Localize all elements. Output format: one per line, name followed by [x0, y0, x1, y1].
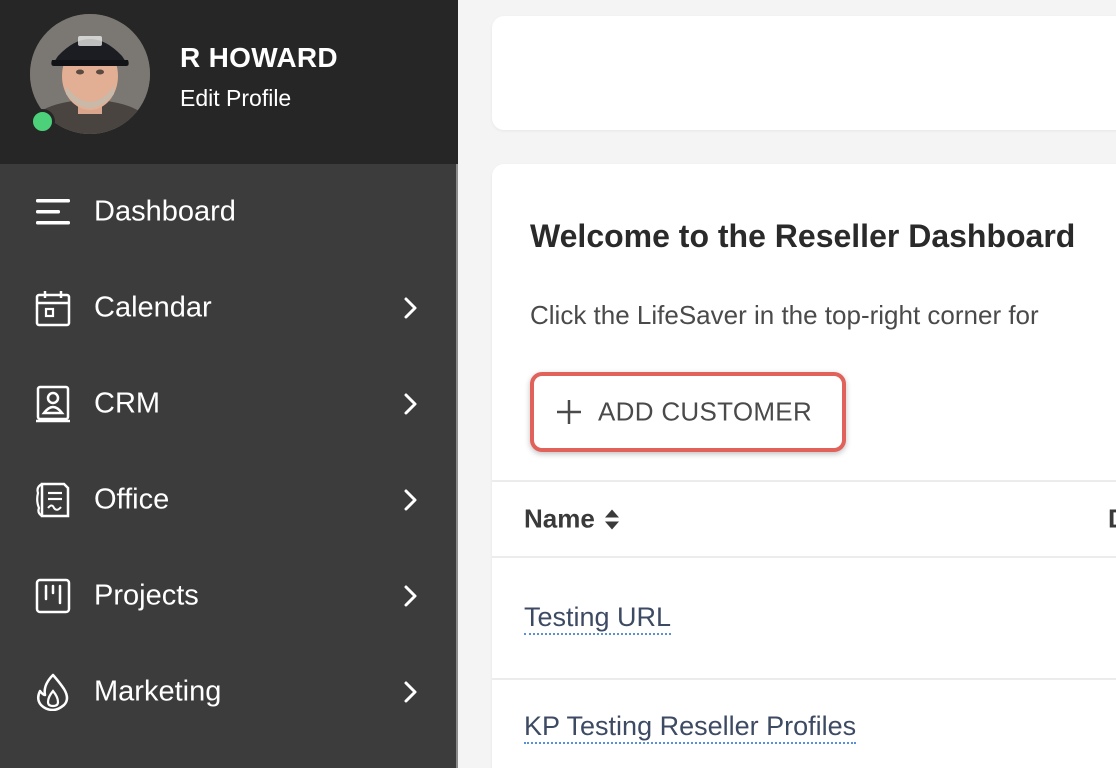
top-bar	[492, 16, 1116, 130]
sidebar-item-label: Calendar	[94, 291, 212, 324]
sidebar-item-dashboard[interactable]: Dashboard	[0, 164, 458, 260]
sidebar-item-label: Office	[94, 483, 170, 516]
table-row: KP Testing Reseller Profiles	[492, 680, 1116, 768]
customer-link[interactable]: Testing URL	[524, 601, 672, 635]
chevron-right-icon	[404, 585, 417, 607]
contact-book-icon	[34, 385, 72, 423]
profile-name: R HOWARD	[180, 42, 338, 73]
sidebar-item-projects[interactable]: Projects	[0, 548, 458, 644]
column-header-name[interactable]: Name	[524, 504, 621, 535]
chevron-right-icon	[404, 681, 417, 703]
sidebar-item-office[interactable]: Office	[0, 452, 458, 548]
document-icon	[34, 481, 72, 519]
column-header-label: Name	[524, 503, 595, 534]
sidebar-nav: Dashboard Calendar CRM Office Projects M…	[0, 164, 458, 740]
sidebar-item-calendar[interactable]: Calendar	[0, 260, 458, 356]
sidebar-item-crm[interactable]: CRM	[0, 356, 458, 452]
page-title: Welcome to the Reseller Dashboard	[530, 218, 1076, 254]
sidebar-item-label: Dashboard	[94, 195, 236, 228]
customer-link[interactable]: KP Testing Reseller Profiles	[524, 710, 857, 744]
table-row: Testing URL	[492, 558, 1116, 680]
add-customer-button[interactable]: ADD CUSTOMER	[530, 372, 846, 452]
sidebar-item-marketing[interactable]: Marketing	[0, 644, 458, 740]
calendar-icon	[34, 289, 72, 327]
menu-icon	[34, 193, 72, 231]
column-header-next[interactable]: D	[1108, 504, 1116, 535]
chevron-right-icon	[404, 393, 417, 415]
sort-icon	[604, 509, 619, 529]
sidebar-item-label: CRM	[94, 387, 161, 420]
dashboard-card: Welcome to the Reseller Dashboard Click …	[492, 164, 1116, 768]
online-status-indicator	[30, 109, 55, 134]
help-description: Click the LifeSaver in the top-right cor…	[530, 300, 1039, 330]
sidebar: R HOWARD Edit Profile Dashboard Calendar…	[0, 0, 458, 768]
sidebar-item-label: Marketing	[94, 675, 222, 708]
kanban-icon	[34, 577, 72, 615]
chevron-right-icon	[404, 297, 417, 319]
table-header: Name D	[492, 480, 1116, 558]
plus-icon	[557, 400, 581, 424]
chevron-right-icon	[404, 489, 417, 511]
flame-icon	[34, 673, 72, 711]
sidebar-item-label: Projects	[94, 579, 199, 612]
add-customer-label: ADD CUSTOMER	[598, 396, 813, 427]
edit-profile-link[interactable]: Edit Profile	[180, 85, 291, 112]
profile-panel: R HOWARD Edit Profile	[0, 0, 458, 164]
